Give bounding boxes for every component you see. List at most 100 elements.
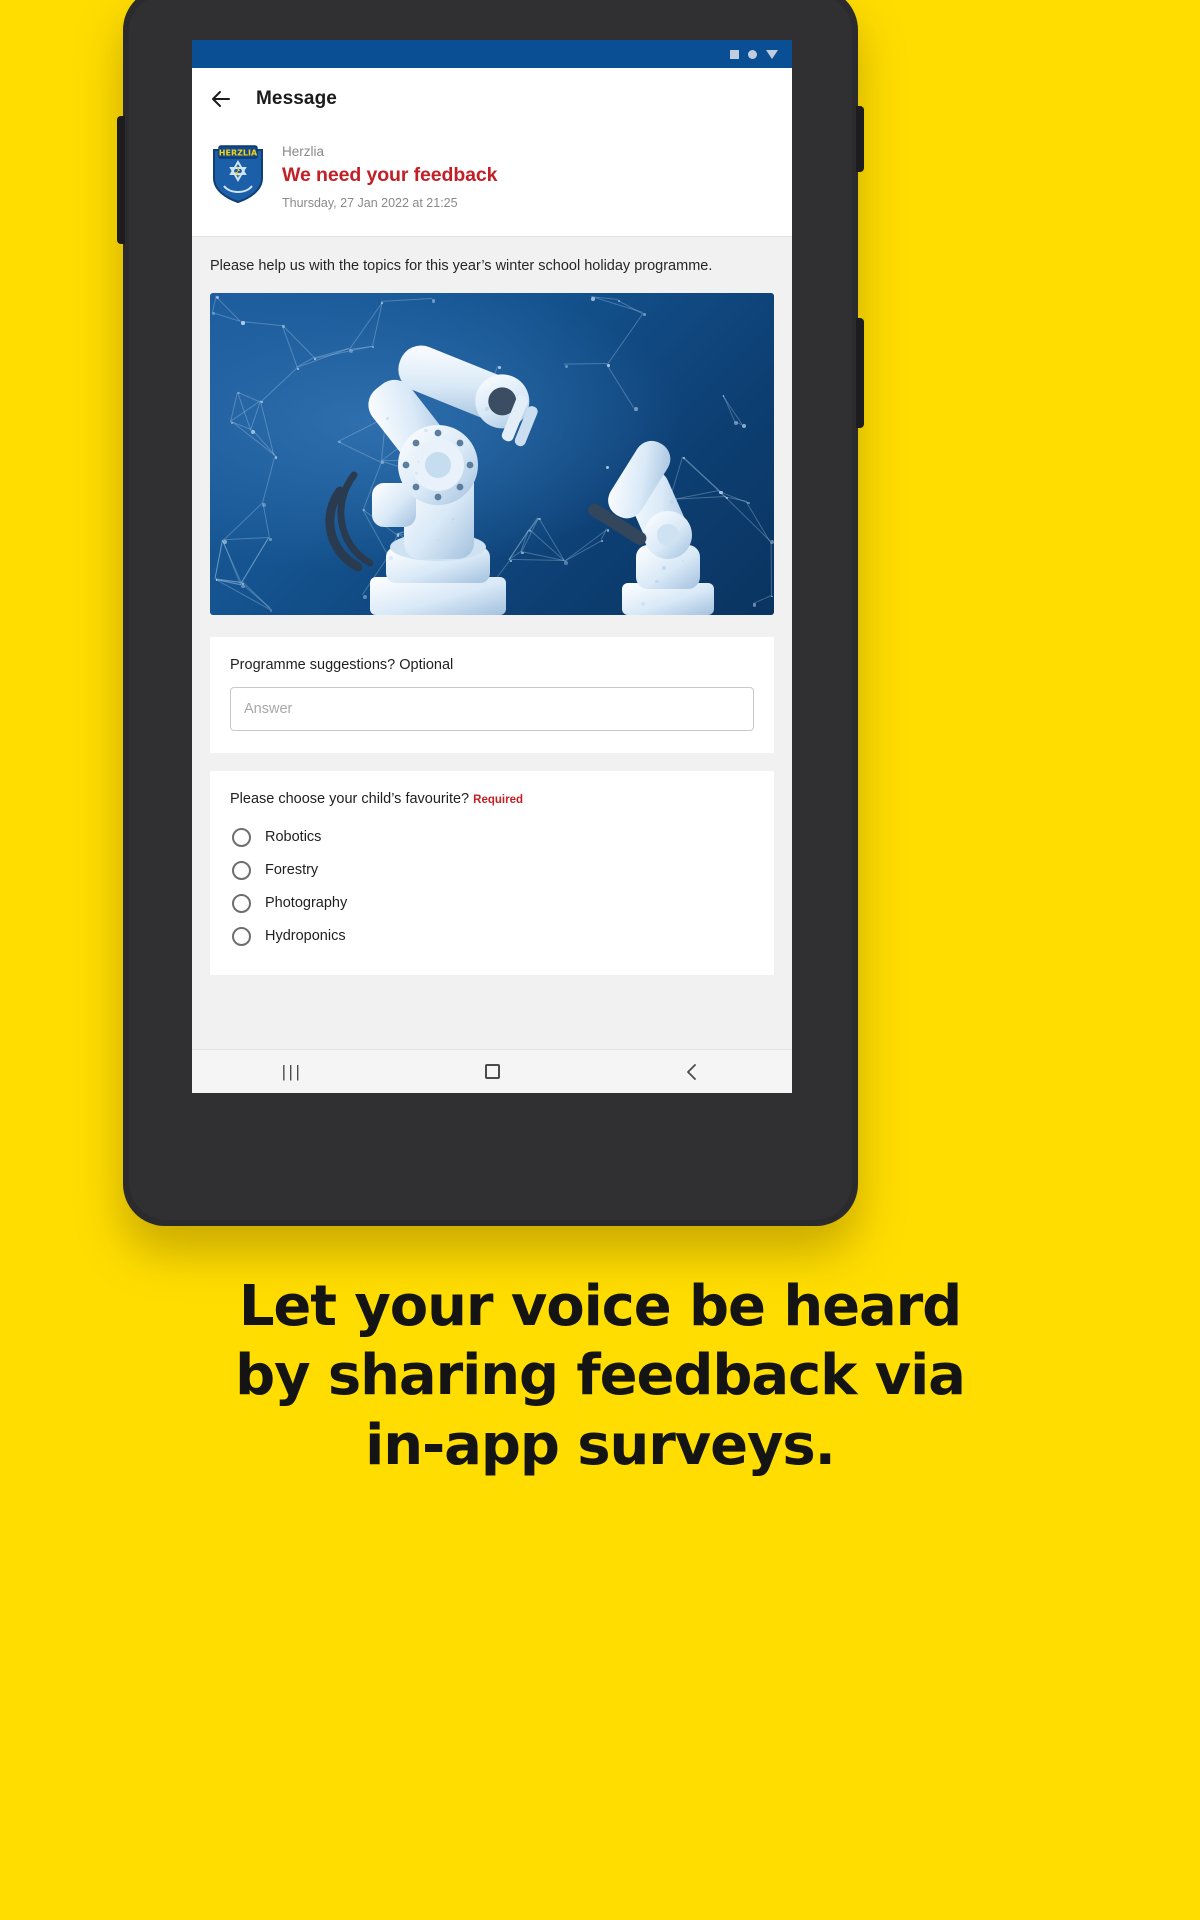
network-node — [262, 502, 267, 507]
network-node — [642, 313, 646, 317]
network-node — [274, 456, 278, 459]
network-node — [212, 312, 215, 315]
page-title: Message — [256, 88, 337, 109]
network-link — [223, 537, 269, 541]
network-node — [297, 367, 300, 370]
caret-down-icon — [766, 49, 778, 59]
caption-line-2: by sharing feedback via — [235, 1343, 966, 1409]
network-node — [223, 540, 228, 545]
message-subject: We need your feedback — [282, 164, 498, 186]
radio-label: Robotics — [265, 829, 322, 846]
network-node — [634, 407, 638, 411]
hero-image — [210, 292, 774, 615]
network-node — [238, 391, 240, 394]
network-node — [381, 461, 384, 465]
side-button[interactable] — [856, 318, 864, 428]
network-node — [348, 348, 353, 353]
caption-line-3: in-app surveys. — [365, 1412, 836, 1478]
recents-icon: ||| — [281, 1061, 303, 1081]
network-node — [605, 465, 609, 469]
nav-back-button[interactable] — [669, 1057, 715, 1087]
network-node — [718, 490, 723, 495]
caption-block: Let your voice be heard by sharing feedb… — [0, 1272, 1200, 1480]
network-node — [770, 540, 774, 545]
network-link — [722, 395, 735, 421]
network-link — [607, 313, 644, 365]
network-node — [590, 297, 595, 302]
message-body: Please help us with the topics for this … — [192, 236, 792, 1049]
network-node — [269, 609, 273, 613]
robot-arm-small-icon — [582, 425, 752, 615]
radio-label: Hydroponics — [265, 928, 346, 945]
network-link — [240, 321, 282, 327]
network-link — [240, 537, 269, 583]
network-node — [655, 579, 659, 583]
answer-input[interactable] — [230, 686, 754, 731]
network-node — [241, 584, 245, 588]
status-bar — [192, 40, 792, 68]
message-meta: Herzlia We need your feedback Thursday, … — [282, 140, 497, 210]
network-node — [733, 420, 738, 425]
sender-logo-icon: HERZLIA — [210, 142, 266, 204]
home-square-icon — [484, 1064, 500, 1079]
radio-option-hydroponics[interactable]: Hydroponics — [230, 920, 754, 953]
chevron-left-icon — [687, 1063, 696, 1080]
nav-recents-button[interactable]: ||| — [269, 1057, 315, 1087]
network-node — [240, 321, 245, 325]
power-button[interactable] — [856, 106, 864, 172]
network-node — [415, 471, 418, 475]
network-link — [262, 456, 276, 503]
choice-question-text: Please choose your child’s favourite? — [230, 790, 470, 807]
network-node — [521, 551, 524, 555]
network-node — [770, 595, 773, 598]
network-node — [752, 603, 757, 607]
dot-icon — [748, 49, 757, 59]
network-node — [314, 358, 316, 360]
radio-circle-icon[interactable] — [232, 926, 251, 946]
text-question-card: Programme suggestions? Optional — [210, 636, 774, 753]
network-node — [231, 422, 233, 424]
caption-line-1: Let your voice be heard — [238, 1274, 962, 1339]
network-node — [726, 497, 728, 499]
network-link — [606, 364, 635, 408]
robot-arm-large-icon — [288, 315, 588, 615]
network-link — [214, 540, 224, 580]
network-link — [381, 298, 433, 303]
volume-button[interactable] — [117, 116, 125, 244]
network-link — [617, 300, 643, 315]
choice-question-label: Please choose your child’s favourite? Re… — [230, 791, 754, 807]
network-node — [268, 538, 272, 541]
back-arrow-icon[interactable] — [208, 86, 234, 112]
android-nav-bar: ||| — [192, 1049, 792, 1093]
network-node — [640, 601, 645, 606]
network-link — [770, 540, 772, 596]
radio-circle-icon[interactable] — [232, 827, 251, 847]
radio-option-robotics[interactable]: Robotics — [230, 821, 754, 854]
square-icon — [730, 49, 739, 59]
required-badge: Required — [473, 793, 523, 806]
network-link — [223, 502, 264, 541]
svg-text:HERZLIA: HERZLIA — [219, 149, 258, 158]
radio-group: Robotics Forestry Photography Hydroponic… — [230, 821, 754, 953]
radio-option-photography[interactable]: Photography — [230, 887, 754, 920]
network-node — [662, 566, 666, 570]
radio-label: Forestry — [265, 862, 319, 879]
network-node — [381, 302, 383, 304]
network-link — [262, 502, 270, 539]
phone-screen: Message HERZLIA Herzlia We need your fee… — [192, 40, 792, 1093]
message-intro-text: Please help us with the topics for this … — [210, 258, 713, 274]
text-question-label: Programme suggestions? Optional — [230, 656, 454, 673]
nav-home-button[interactable] — [469, 1057, 515, 1087]
network-node — [432, 299, 436, 303]
network-node — [498, 366, 501, 369]
network-node — [261, 401, 264, 404]
radio-circle-icon[interactable] — [232, 893, 251, 913]
sender-name: Herzlia — [282, 144, 325, 159]
message-timestamp: Thursday, 27 Jan 2022 at 21:25 — [282, 196, 458, 210]
choice-question-card: Please choose your child’s favourite? Re… — [210, 770, 774, 975]
network-node — [747, 501, 750, 504]
network-link — [222, 540, 242, 583]
radio-option-forestry[interactable]: Forestry — [230, 854, 754, 887]
radio-label: Photography — [265, 895, 348, 912]
radio-circle-icon[interactable] — [232, 860, 251, 880]
